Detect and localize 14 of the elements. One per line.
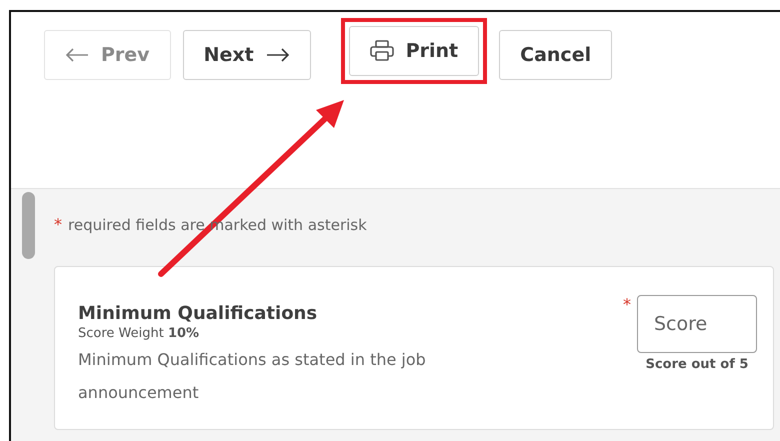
cancel-button[interactable]: Cancel [499,30,612,80]
printer-icon [370,40,394,62]
print-button[interactable]: Print [348,26,480,76]
scrollbar-thumb[interactable] [22,192,35,259]
score-hint: Score out of 5 [646,357,748,372]
criterion-description: Minimum Qualifications as stated in the job announcement [78,349,427,404]
right-arrow-icon [266,47,290,63]
next-button[interactable]: Next [182,30,311,80]
criterion-title: Minimum Qualifications [78,303,318,324]
required-asterisk: * [623,295,631,316]
score-weight: Score Weight 10% [78,326,200,341]
score-field[interactable]: Score [637,295,757,353]
left-arrow-icon [65,47,89,63]
required-asterisk: * [54,215,62,234]
